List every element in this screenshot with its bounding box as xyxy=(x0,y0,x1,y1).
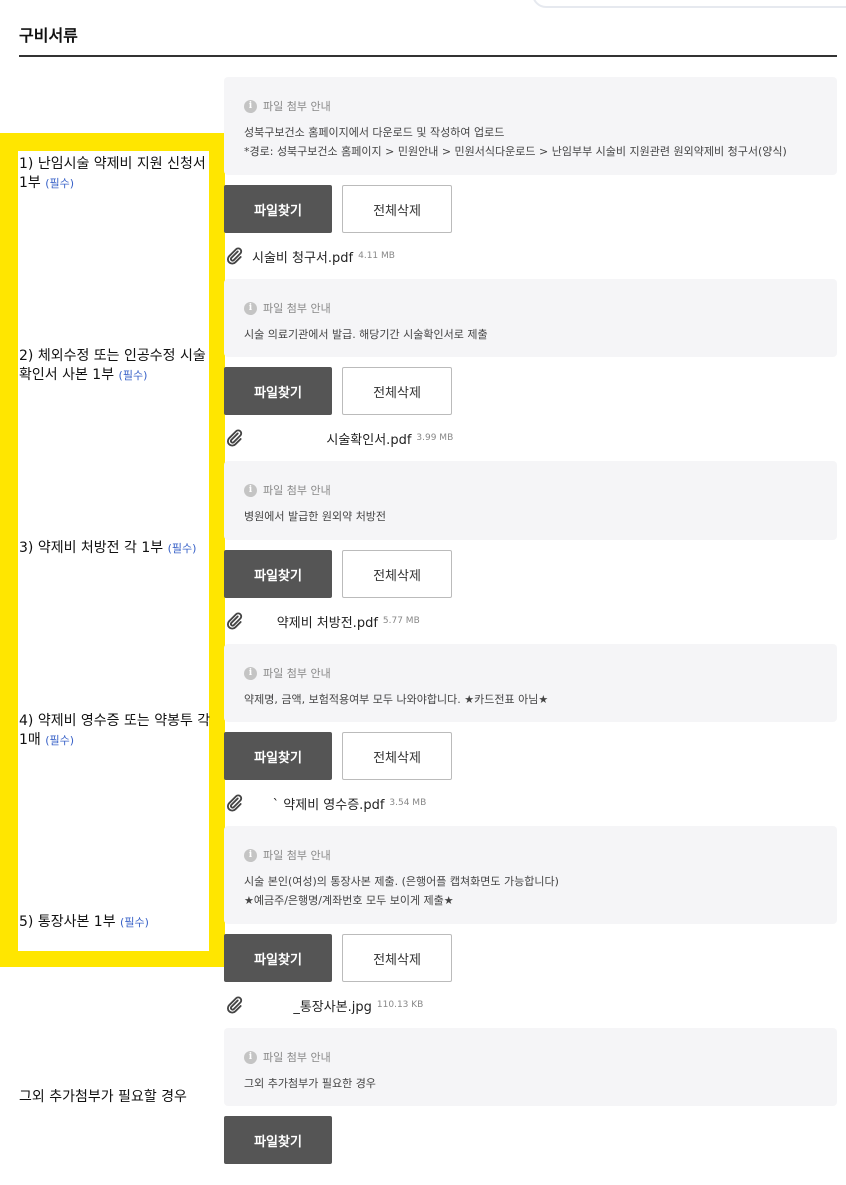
file-size: 3.99 MB xyxy=(416,433,454,443)
info-line: 시술 의료기관에서 발급. 해당기간 시술확인서로 제출 xyxy=(244,328,488,341)
section-title: 구비서류 xyxy=(19,26,78,45)
attached-file-5[interactable]: _통장사본.jpg 110.13 KB xyxy=(224,994,423,1016)
find-file-button-4[interactable]: 파일찾기 xyxy=(224,732,332,780)
info-icon: i xyxy=(244,301,257,315)
file-name: ` 약제비 영수증.pdf xyxy=(252,797,385,813)
attached-file-1[interactable]: 시술비 청구서.pdf 4.11 MB xyxy=(224,245,395,267)
row-label-text: 3) 약제비 처방전 각 1부 xyxy=(19,540,164,556)
info-icon: i xyxy=(244,99,257,113)
info-title: 파일 첨부 안내 xyxy=(263,849,331,862)
file-name: _통장사본.jpg xyxy=(252,999,372,1015)
info-icon: i xyxy=(244,666,257,680)
file-name: 약제비 처방전.pdf xyxy=(252,615,378,631)
paperclip-icon xyxy=(226,612,243,630)
required-tag: (필수) xyxy=(45,177,75,190)
info-title: 파일 첨부 안내 xyxy=(263,484,331,497)
info-icon: i xyxy=(244,1050,257,1064)
info-line: 성북구보건소 홈페이지에서 다운로드 및 작성하여 업로드 xyxy=(244,126,505,139)
info-title: 파일 첨부 안내 xyxy=(263,302,331,315)
paperclip-icon xyxy=(226,247,243,265)
info-box-4: i 파일 첨부 안내 약제명, 금액, 보험적용여부 모두 나와야합니다. ★카드… xyxy=(224,644,837,722)
info-title: 파일 첨부 안내 xyxy=(263,1051,331,1064)
file-size: 4.11 MB xyxy=(358,251,395,261)
paperclip-icon xyxy=(226,996,243,1014)
info-line: 병원에서 발급한 원외약 처방전 xyxy=(244,510,387,523)
clear-all-button-4[interactable]: 전체삭제 xyxy=(342,732,452,780)
info-icon: i xyxy=(244,483,257,497)
row-label-text: 2) 체외수정 또는 인공수정 시술확인서 사본 1부 xyxy=(19,348,206,383)
file-size: 5.77 MB xyxy=(382,616,420,626)
info-title: 파일 첨부 안내 xyxy=(263,100,331,113)
info-line: 그외 추가첨부가 필요한 경우 xyxy=(244,1077,376,1090)
clear-all-button-1[interactable]: 전체삭제 xyxy=(342,185,452,233)
info-icon: i xyxy=(244,848,257,862)
info-line: ★예금주/은행명/계좌번호 모두 보이게 제출★ xyxy=(244,894,454,907)
info-box-3: i 파일 첨부 안내 병원에서 발급한 원외약 처방전 xyxy=(224,461,837,540)
find-file-button-5[interactable]: 파일찾기 xyxy=(224,934,332,982)
file-name: 시술비 청구서.pdf xyxy=(252,250,354,266)
find-file-button-2[interactable]: 파일찾기 xyxy=(224,367,332,415)
top-tab-edge xyxy=(532,0,846,8)
attached-file-4[interactable]: ` 약제비 영수증.pdf 3.54 MB xyxy=(224,792,426,814)
row-label-5: 5) 통장사본 1부 (필수) xyxy=(19,913,211,932)
file-size: 110.13 KB xyxy=(376,1000,424,1010)
file-size: 3.54 MB xyxy=(389,798,427,808)
paperclip-icon xyxy=(226,794,243,812)
required-tag: (필수) xyxy=(45,734,75,747)
info-box-1: i 파일 첨부 안내 성북구보건소 홈페이지에서 다운로드 및 작성하여 업로드 … xyxy=(224,77,837,175)
info-line: *경로: 성북구보건소 홈페이지 > 민원안내 > 민원서식다운로드 > 난임부… xyxy=(244,145,787,158)
file-name: 시술확인서.pdf xyxy=(252,432,412,448)
clear-all-button-5[interactable]: 전체삭제 xyxy=(342,934,452,982)
info-title: 파일 첨부 안내 xyxy=(263,667,331,680)
info-box-2: i 파일 첨부 안내 시술 의료기관에서 발급. 해당기간 시술확인서로 제출 xyxy=(224,279,837,357)
title-divider xyxy=(19,55,837,57)
clear-all-button-2[interactable]: 전체삭제 xyxy=(342,367,452,415)
row-label-1: 1) 난임시술 약제비 지원 신청서 1부 (필수) xyxy=(19,155,211,193)
find-file-button-3[interactable]: 파일찾기 xyxy=(224,550,332,598)
find-file-button-1[interactable]: 파일찾기 xyxy=(224,185,332,233)
row-label-2: 2) 체외수정 또는 인공수정 시술확인서 사본 1부 (필수) xyxy=(19,347,211,385)
info-box-5: i 파일 첨부 안내 시술 본인(여성)의 통장사본 제출. (은행어플 캡쳐화면… xyxy=(224,826,837,924)
paperclip-icon xyxy=(226,429,243,447)
required-tag: (필수) xyxy=(120,916,149,929)
required-tag: (필수) xyxy=(167,542,197,555)
attached-file-3[interactable]: 약제비 처방전.pdf 5.77 MB xyxy=(224,610,420,632)
row-label-3: 3) 약제비 처방전 각 1부 (필수) xyxy=(19,539,211,558)
required-tag: (필수) xyxy=(118,369,148,382)
clear-all-button-3[interactable]: 전체삭제 xyxy=(342,550,452,598)
find-file-button-extra[interactable]: 파일찾기 xyxy=(224,1116,332,1164)
info-line: 약제명, 금액, 보험적용여부 모두 나와야합니다. ★카드전표 아님★ xyxy=(244,693,549,706)
info-box-extra: i 파일 첨부 안내 그외 추가첨부가 필요한 경우 xyxy=(224,1028,837,1106)
info-line: 시술 본인(여성)의 통장사본 제출. (은행어플 캡쳐화면도 가능합니다) xyxy=(244,875,559,888)
row-label-text: 5) 통장사본 1부 xyxy=(19,914,116,930)
attached-file-2[interactable]: 시술확인서.pdf 3.99 MB xyxy=(224,427,453,449)
row-label-4: 4) 약제비 영수증 또는 약봉투 각 1매 (필수) xyxy=(19,712,211,750)
